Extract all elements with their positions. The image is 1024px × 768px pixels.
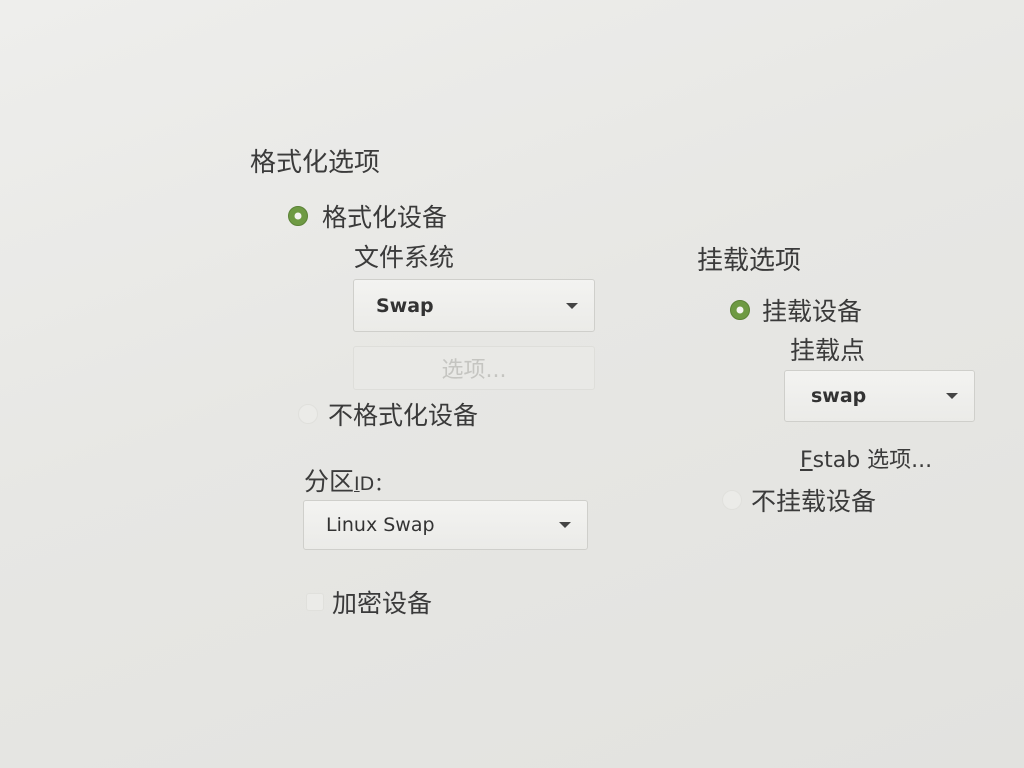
- no-format-label: 不格式化设备: [328, 401, 479, 430]
- fstab-options-button[interactable]: Fstab 选项...: [800, 442, 932, 474]
- dropdown-arrow-icon: [946, 393, 958, 399]
- radio-selected-icon: [730, 300, 750, 320]
- mount-point-label: 挂载点: [790, 336, 866, 365]
- filesystem-label: 文件系统: [354, 243, 455, 272]
- no-mount-radio[interactable]: 不挂载设备: [722, 482, 876, 518]
- partition-id-label-suffix: D：: [359, 473, 394, 495]
- partition-id-label-prefix: 分区: [304, 467, 355, 496]
- filesystem-combo[interactable]: Swap: [353, 279, 595, 332]
- format-device-label: 格式化设备: [322, 203, 448, 232]
- mount-point-value: swap: [811, 385, 867, 407]
- partition-id-label: 分区ID：: [304, 462, 393, 498]
- format-options-button[interactable]: 选项...: [353, 346, 595, 390]
- partition-id-combo[interactable]: Linux Swap: [303, 500, 588, 550]
- format-options-button-label: 选项...: [441, 358, 507, 383]
- radio-unselected-icon: [722, 490, 742, 510]
- encrypt-device-checkbox[interactable]: 加密设备: [306, 584, 432, 620]
- mount-options-title: 挂载选项: [697, 246, 802, 276]
- dropdown-arrow-icon: [559, 522, 571, 528]
- format-options-title: 格式化选项: [250, 148, 381, 178]
- checkbox-unchecked-icon: [306, 593, 324, 611]
- fstab-mnemonic: F: [800, 448, 813, 473]
- no-format-radio[interactable]: 不格式化设备: [298, 396, 478, 432]
- format-device-radio[interactable]: 格式化设备: [288, 198, 447, 234]
- dropdown-arrow-icon: [566, 302, 578, 309]
- radio-unselected-icon: [298, 404, 318, 424]
- encrypt-device-label: 加密设备: [332, 589, 433, 618]
- mount-device-label: 挂载设备: [762, 297, 863, 326]
- mount-point-combo[interactable]: swap: [784, 370, 975, 422]
- fstab-options-label: stab 选项...: [812, 448, 933, 473]
- mount-device-radio[interactable]: 挂载设备: [730, 292, 862, 328]
- partition-id-value: Linux Swap: [326, 514, 435, 536]
- no-mount-label: 不挂载设备: [751, 487, 877, 516]
- radio-selected-icon: [288, 206, 308, 226]
- filesystem-value: Swap: [376, 294, 434, 317]
